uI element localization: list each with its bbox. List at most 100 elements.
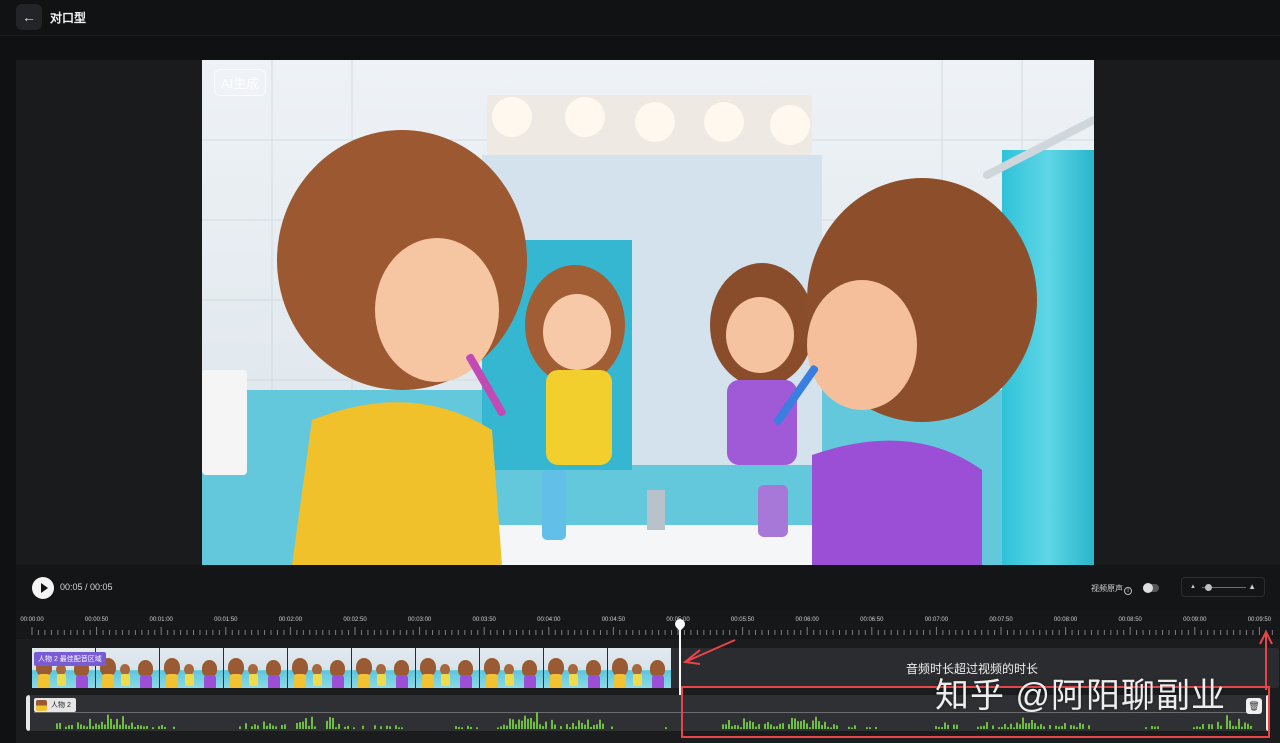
- waveform-bar: [137, 724, 139, 729]
- video-frame-thumbnail: [352, 648, 415, 688]
- waveform-bar: [512, 719, 514, 729]
- waveform-bar: [104, 724, 106, 729]
- playhead-line[interactable]: [679, 625, 681, 695]
- video-frame-thumbnail: [544, 648, 607, 688]
- play-button[interactable]: [32, 577, 54, 599]
- waveform-bar: [353, 727, 355, 729]
- ruler-label: 00:00:50: [84, 617, 109, 623]
- ruler-label: 00:03:50: [472, 617, 496, 623]
- time-readout: 00:05 / 00:05: [60, 582, 113, 592]
- ruler-label: 00:08:50: [1118, 617, 1142, 623]
- ruler-ticks: [31, 627, 1273, 635]
- waveform-bar: [296, 722, 298, 729]
- waveform-bar: [458, 727, 460, 729]
- waveform-bar: [326, 720, 328, 729]
- waveform-bar: [107, 714, 109, 729]
- waveform-bar: [98, 724, 100, 729]
- preview-panel: AI生成: [16, 60, 1280, 565]
- video-preview: AI生成: [202, 60, 1094, 565]
- time-ruler[interactable]: 00:00:00 00:00:50 00:01:00 00:01:50 00:02:00…: [16, 611, 1280, 639]
- waveform-bar: [389, 726, 391, 729]
- waveform-bar: [143, 726, 145, 729]
- page-title: 对口型: [50, 11, 87, 25]
- ruler-label: 00:09:50: [1247, 617, 1272, 623]
- waveform-bar: [245, 723, 247, 729]
- waveform-bar: [89, 718, 91, 729]
- waveform-bar: [590, 726, 592, 729]
- waveform-bar: [314, 726, 316, 729]
- zoom-out-icon[interactable]: ▲: [1190, 584, 1196, 590]
- waveform-bar: [497, 727, 499, 729]
- waveform-bar: [134, 726, 136, 729]
- waveform-bar: [398, 727, 400, 729]
- waveform-bar: [551, 719, 553, 729]
- waveform-bar: [470, 726, 472, 729]
- video-frame-thumbnail: [160, 648, 223, 688]
- video-frame-thumbnail: [416, 648, 479, 688]
- waveform-bar: [263, 721, 265, 729]
- waveform-bar: [299, 722, 301, 729]
- back-button[interactable]: ←: [16, 4, 42, 30]
- waveform-bar: [593, 725, 595, 729]
- waveform-bar: [539, 724, 541, 729]
- video-frame-thumbnail: [288, 648, 351, 688]
- waveform-bar: [542, 726, 544, 729]
- waveform-bar: [266, 725, 268, 729]
- waveform-bar: [599, 719, 601, 729]
- waveform-bar: [545, 721, 547, 729]
- waveform-bar: [530, 717, 532, 729]
- ruler-label: 00:07:00: [924, 617, 949, 623]
- waveform-bar: [302, 721, 304, 729]
- waveform-bar: [587, 719, 589, 729]
- waveform-bar: [533, 721, 535, 729]
- waveform-bar: [572, 722, 574, 729]
- waveform-bar: [239, 726, 241, 729]
- waveform-bar: [503, 724, 505, 729]
- video-frame-thumbnail: [608, 648, 671, 688]
- original-sound-toggle[interactable]: [1143, 583, 1159, 593]
- waveform-bar: [566, 724, 568, 729]
- waveform-bar: [284, 724, 286, 729]
- waveform-bar: [395, 725, 397, 729]
- waveform-bar: [161, 724, 163, 729]
- waveform-bar: [467, 725, 469, 729]
- waveform-bar: [125, 724, 127, 729]
- ruler-label: 00:02:00: [278, 617, 303, 623]
- waveform-bar: [581, 722, 583, 729]
- waveform-bar: [92, 726, 94, 729]
- waveform-bar: [560, 726, 562, 729]
- waveform-bar: [401, 727, 403, 729]
- info-icon[interactable]: i: [1124, 587, 1132, 595]
- waveform-bar: [335, 727, 337, 729]
- video-clip-label: 人物 2 最佳配音区域: [34, 652, 106, 666]
- top-bar: ← 对口型: [0, 0, 1280, 36]
- waveform-bar: [83, 725, 85, 729]
- waveform-bar: [158, 726, 160, 729]
- waveform-bar: [578, 720, 580, 729]
- audio-clip-label: 人物 2: [34, 698, 76, 712]
- waveform-bar: [131, 722, 133, 729]
- waveform-bar: [59, 722, 61, 729]
- waveform-bar: [269, 723, 271, 729]
- zoom-in-icon[interactable]: ▲: [1248, 582, 1256, 591]
- playback-controls: 00:05 / 00:05 视频原声 i ▲ ▲: [16, 565, 1280, 611]
- waveform-bar: [122, 716, 124, 729]
- waveform-bar: [311, 716, 313, 729]
- waveform-bar: [515, 724, 517, 729]
- waveform-bar: [518, 719, 520, 729]
- waveform-bar: [380, 726, 382, 729]
- waveform-bar: [602, 723, 604, 729]
- bathroom-scene-illustration: [202, 60, 1094, 565]
- waveform-bar: [344, 726, 346, 729]
- zoom-slider-thumb[interactable]: [1205, 584, 1213, 591]
- waveform-bar: [164, 726, 166, 729]
- waveform-bar: [272, 725, 274, 729]
- waveform-bar: [128, 725, 130, 729]
- waveform-bar: [461, 727, 463, 729]
- waveform-bar: [254, 724, 256, 729]
- waveform-bar: [95, 723, 97, 729]
- ruler-label: 00:04:00: [537, 617, 561, 623]
- original-sound-label: 视频原声 i: [1091, 583, 1132, 595]
- waveform-bar: [140, 725, 142, 729]
- play-icon: [40, 583, 48, 593]
